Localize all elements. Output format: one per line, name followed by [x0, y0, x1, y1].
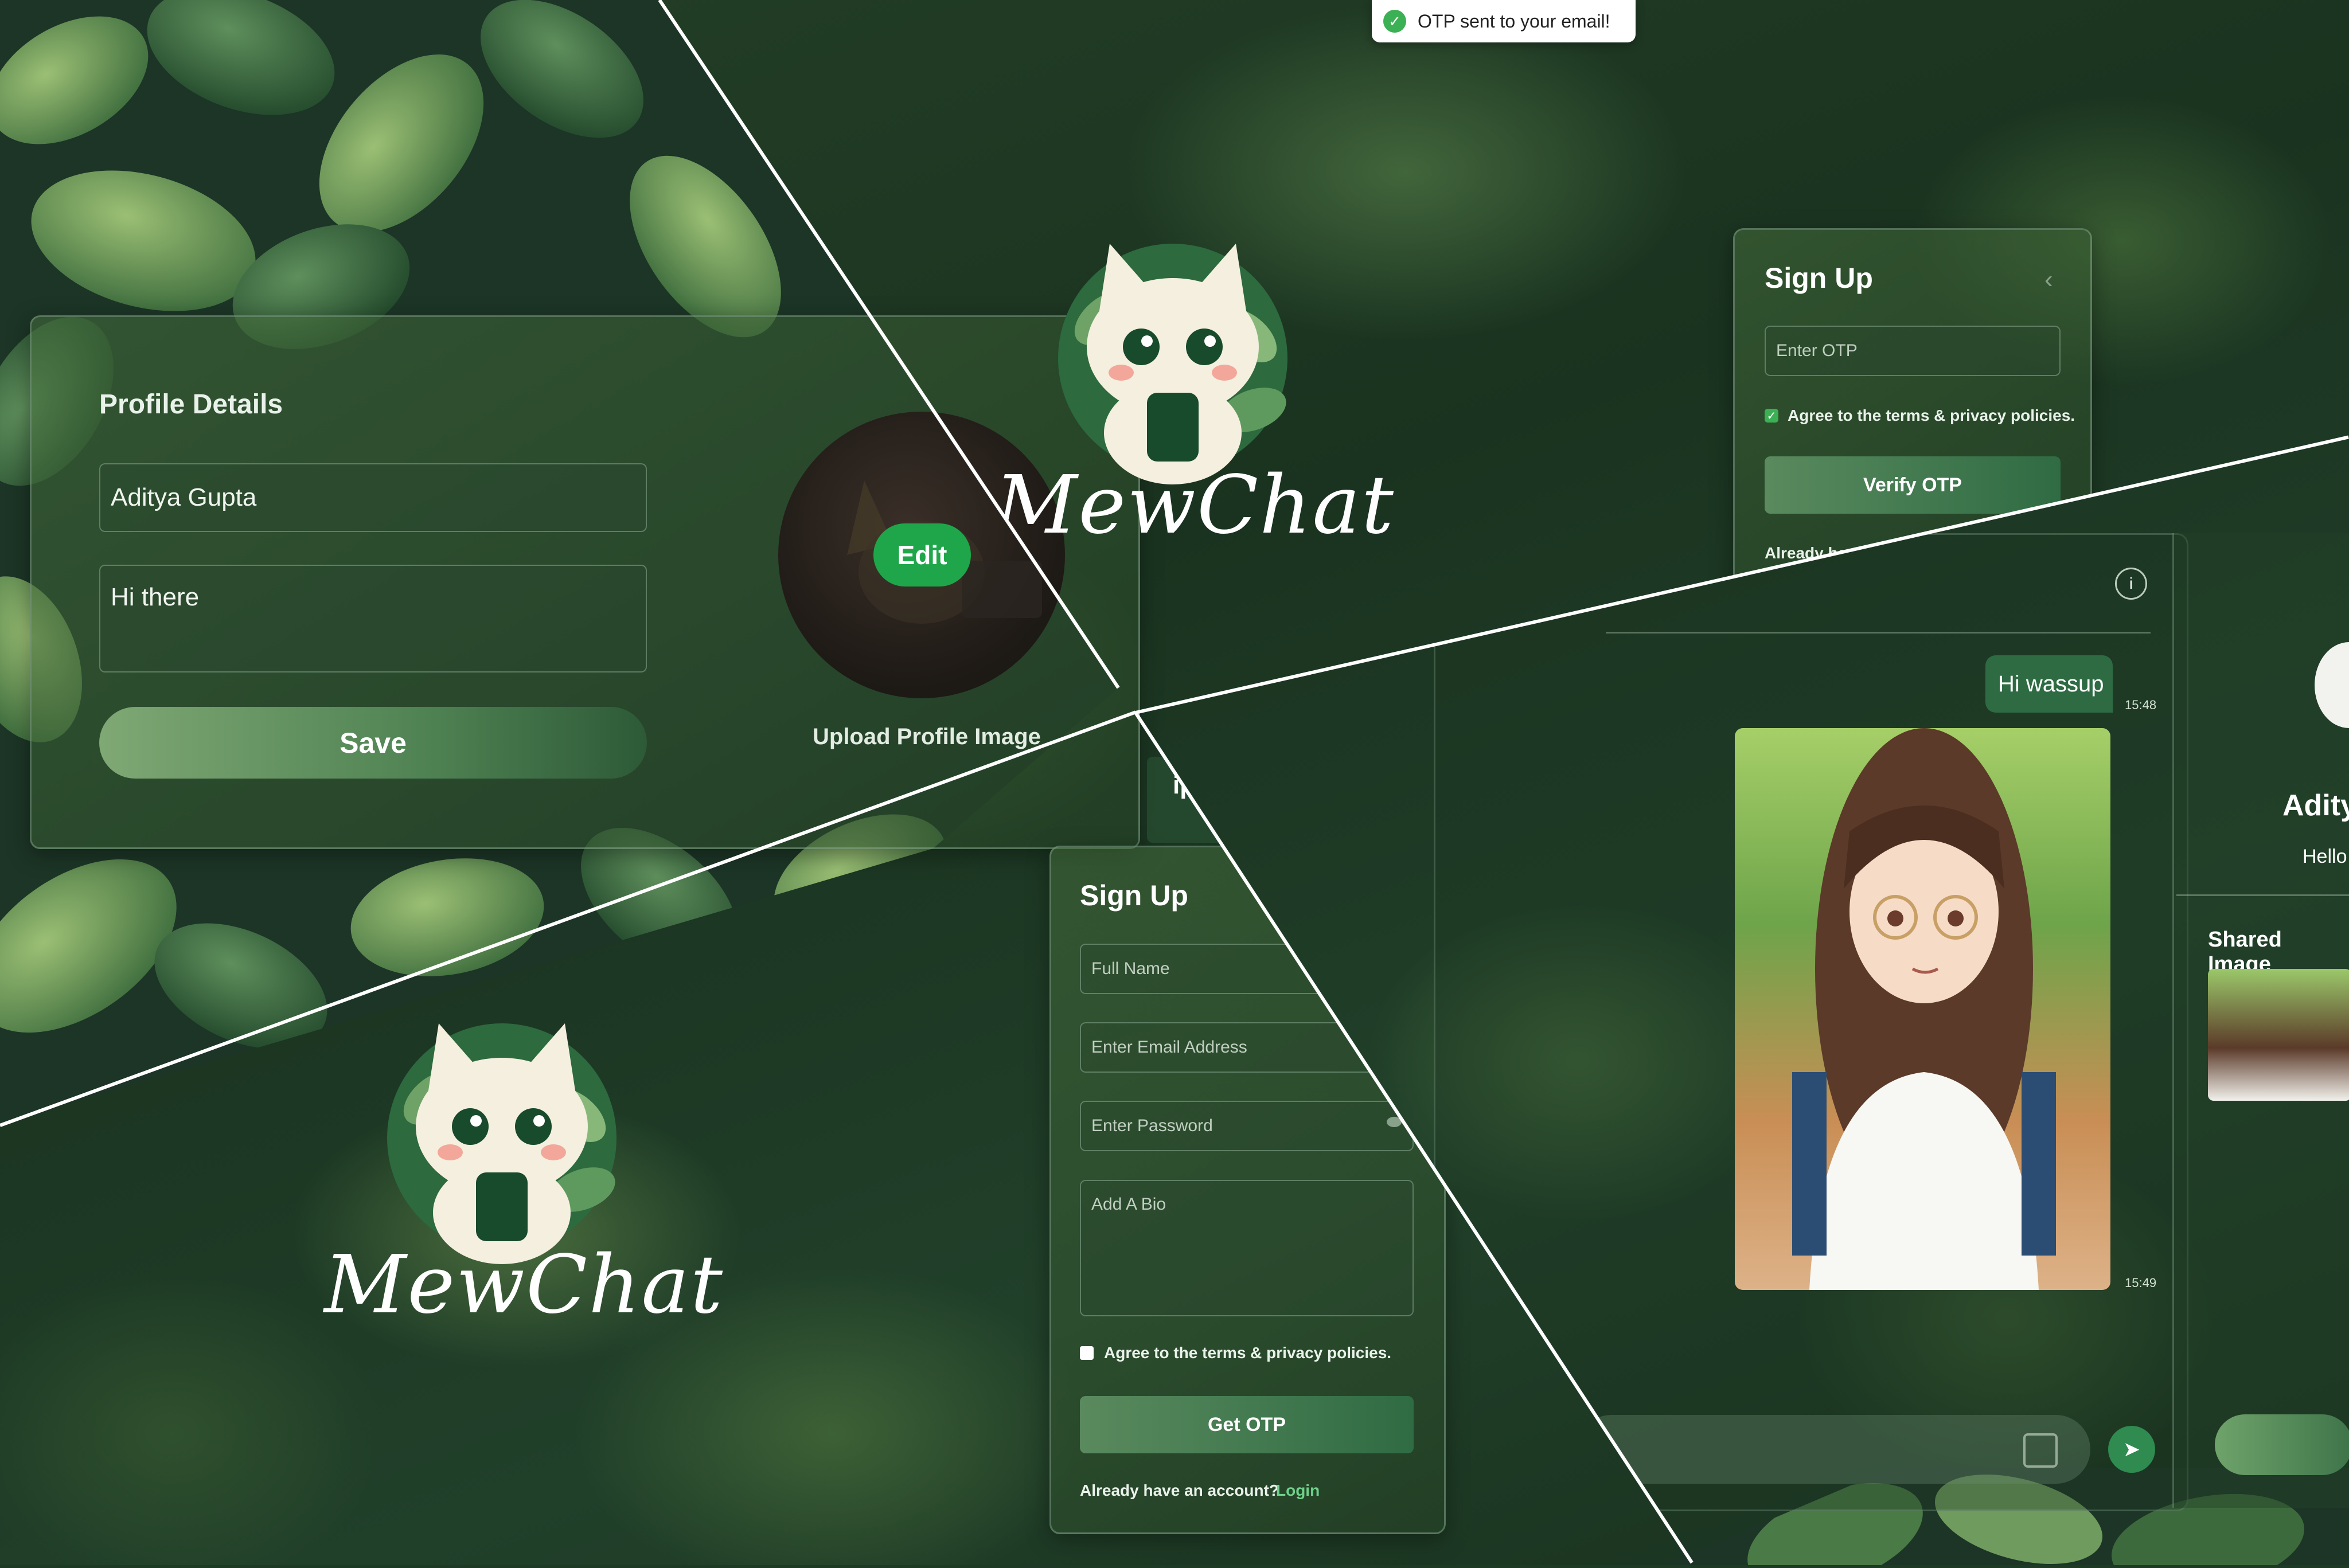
- name-input[interactable]: Aditya Gupta: [99, 463, 647, 532]
- image-time: 15:49: [2125, 1276, 2157, 1290]
- terms-checkbox[interactable]: [1080, 1346, 1094, 1360]
- anime-girl-illustration: [1792, 728, 2056, 1290]
- mewchat-logo: [364, 1000, 639, 1264]
- page-title: Profile Details: [99, 389, 283, 420]
- sidebar-profile-bio: Hello: [2303, 846, 2347, 867]
- edit-avatar-button[interactable]: Edit: [873, 523, 971, 586]
- app-logo-text: MewChat: [995, 459, 1395, 552]
- message-bubble: Hi wassup: [1985, 655, 2113, 713]
- header-divider: [1606, 632, 2151, 634]
- bio-textarea[interactable]: Hi there: [99, 565, 647, 672]
- check-circle-icon: ✓: [1383, 10, 1406, 33]
- toast-message: OTP sent to your email!: [1418, 10, 1610, 32]
- message-text: Hi wassup: [1998, 671, 2104, 697]
- otp-input[interactable]: Enter OTP: [1765, 326, 2061, 376]
- cat-mascot-icon: [1058, 244, 1287, 484]
- bio-textarea[interactable]: Add A Bio: [1080, 1180, 1414, 1316]
- cat-mascot-icon: [387, 1023, 616, 1264]
- info-icon[interactable]: i: [2115, 568, 2147, 600]
- terms-label: Agree to the terms & privacy policies.: [1788, 406, 2075, 424]
- app-logo-text: MewChat: [324, 1238, 724, 1332]
- password-input[interactable]: Enter Password: [1080, 1101, 1414, 1151]
- terms-checkbox[interactable]: ✓: [1765, 409, 1778, 423]
- signup-title: Sign Up: [1080, 879, 1188, 912]
- logout-button[interactable]: [2215, 1414, 2349, 1475]
- save-button[interactable]: Save: [99, 707, 647, 779]
- upload-profile-image-link[interactable]: Upload Profile Image: [813, 724, 1041, 750]
- message-input[interactable]: [1577, 1415, 2090, 1484]
- otp-toast: ✓ OTP sent to your email!: [1372, 0, 1636, 42]
- sidebar-profile-name: Adity: [2282, 789, 2349, 822]
- verify-otp-button[interactable]: Verify OTP: [1765, 456, 2061, 514]
- image-upload-icon[interactable]: [2023, 1433, 2058, 1468]
- message-time: 15:48: [2125, 698, 2157, 712]
- sidebar-divider: [2176, 894, 2349, 896]
- account-prompt: Already have an account?: [1080, 1481, 1279, 1499]
- signup-title: Sign Up: [1765, 262, 1873, 294]
- send-button[interactable]: ➤: [2108, 1426, 2155, 1473]
- shared-image-message[interactable]: [1735, 728, 2110, 1290]
- chevron-left-icon[interactable]: ‹: [2044, 265, 2053, 294]
- terms-label: Agree to the terms & privacy policies.: [1104, 1344, 1392, 1362]
- get-otp-button[interactable]: Get OTP: [1080, 1396, 1414, 1453]
- shared-image-thumbnail[interactable]: [2208, 969, 2349, 1101]
- mewchat-logo: [1035, 221, 1310, 484]
- login-link[interactable]: Login: [1276, 1481, 1320, 1500]
